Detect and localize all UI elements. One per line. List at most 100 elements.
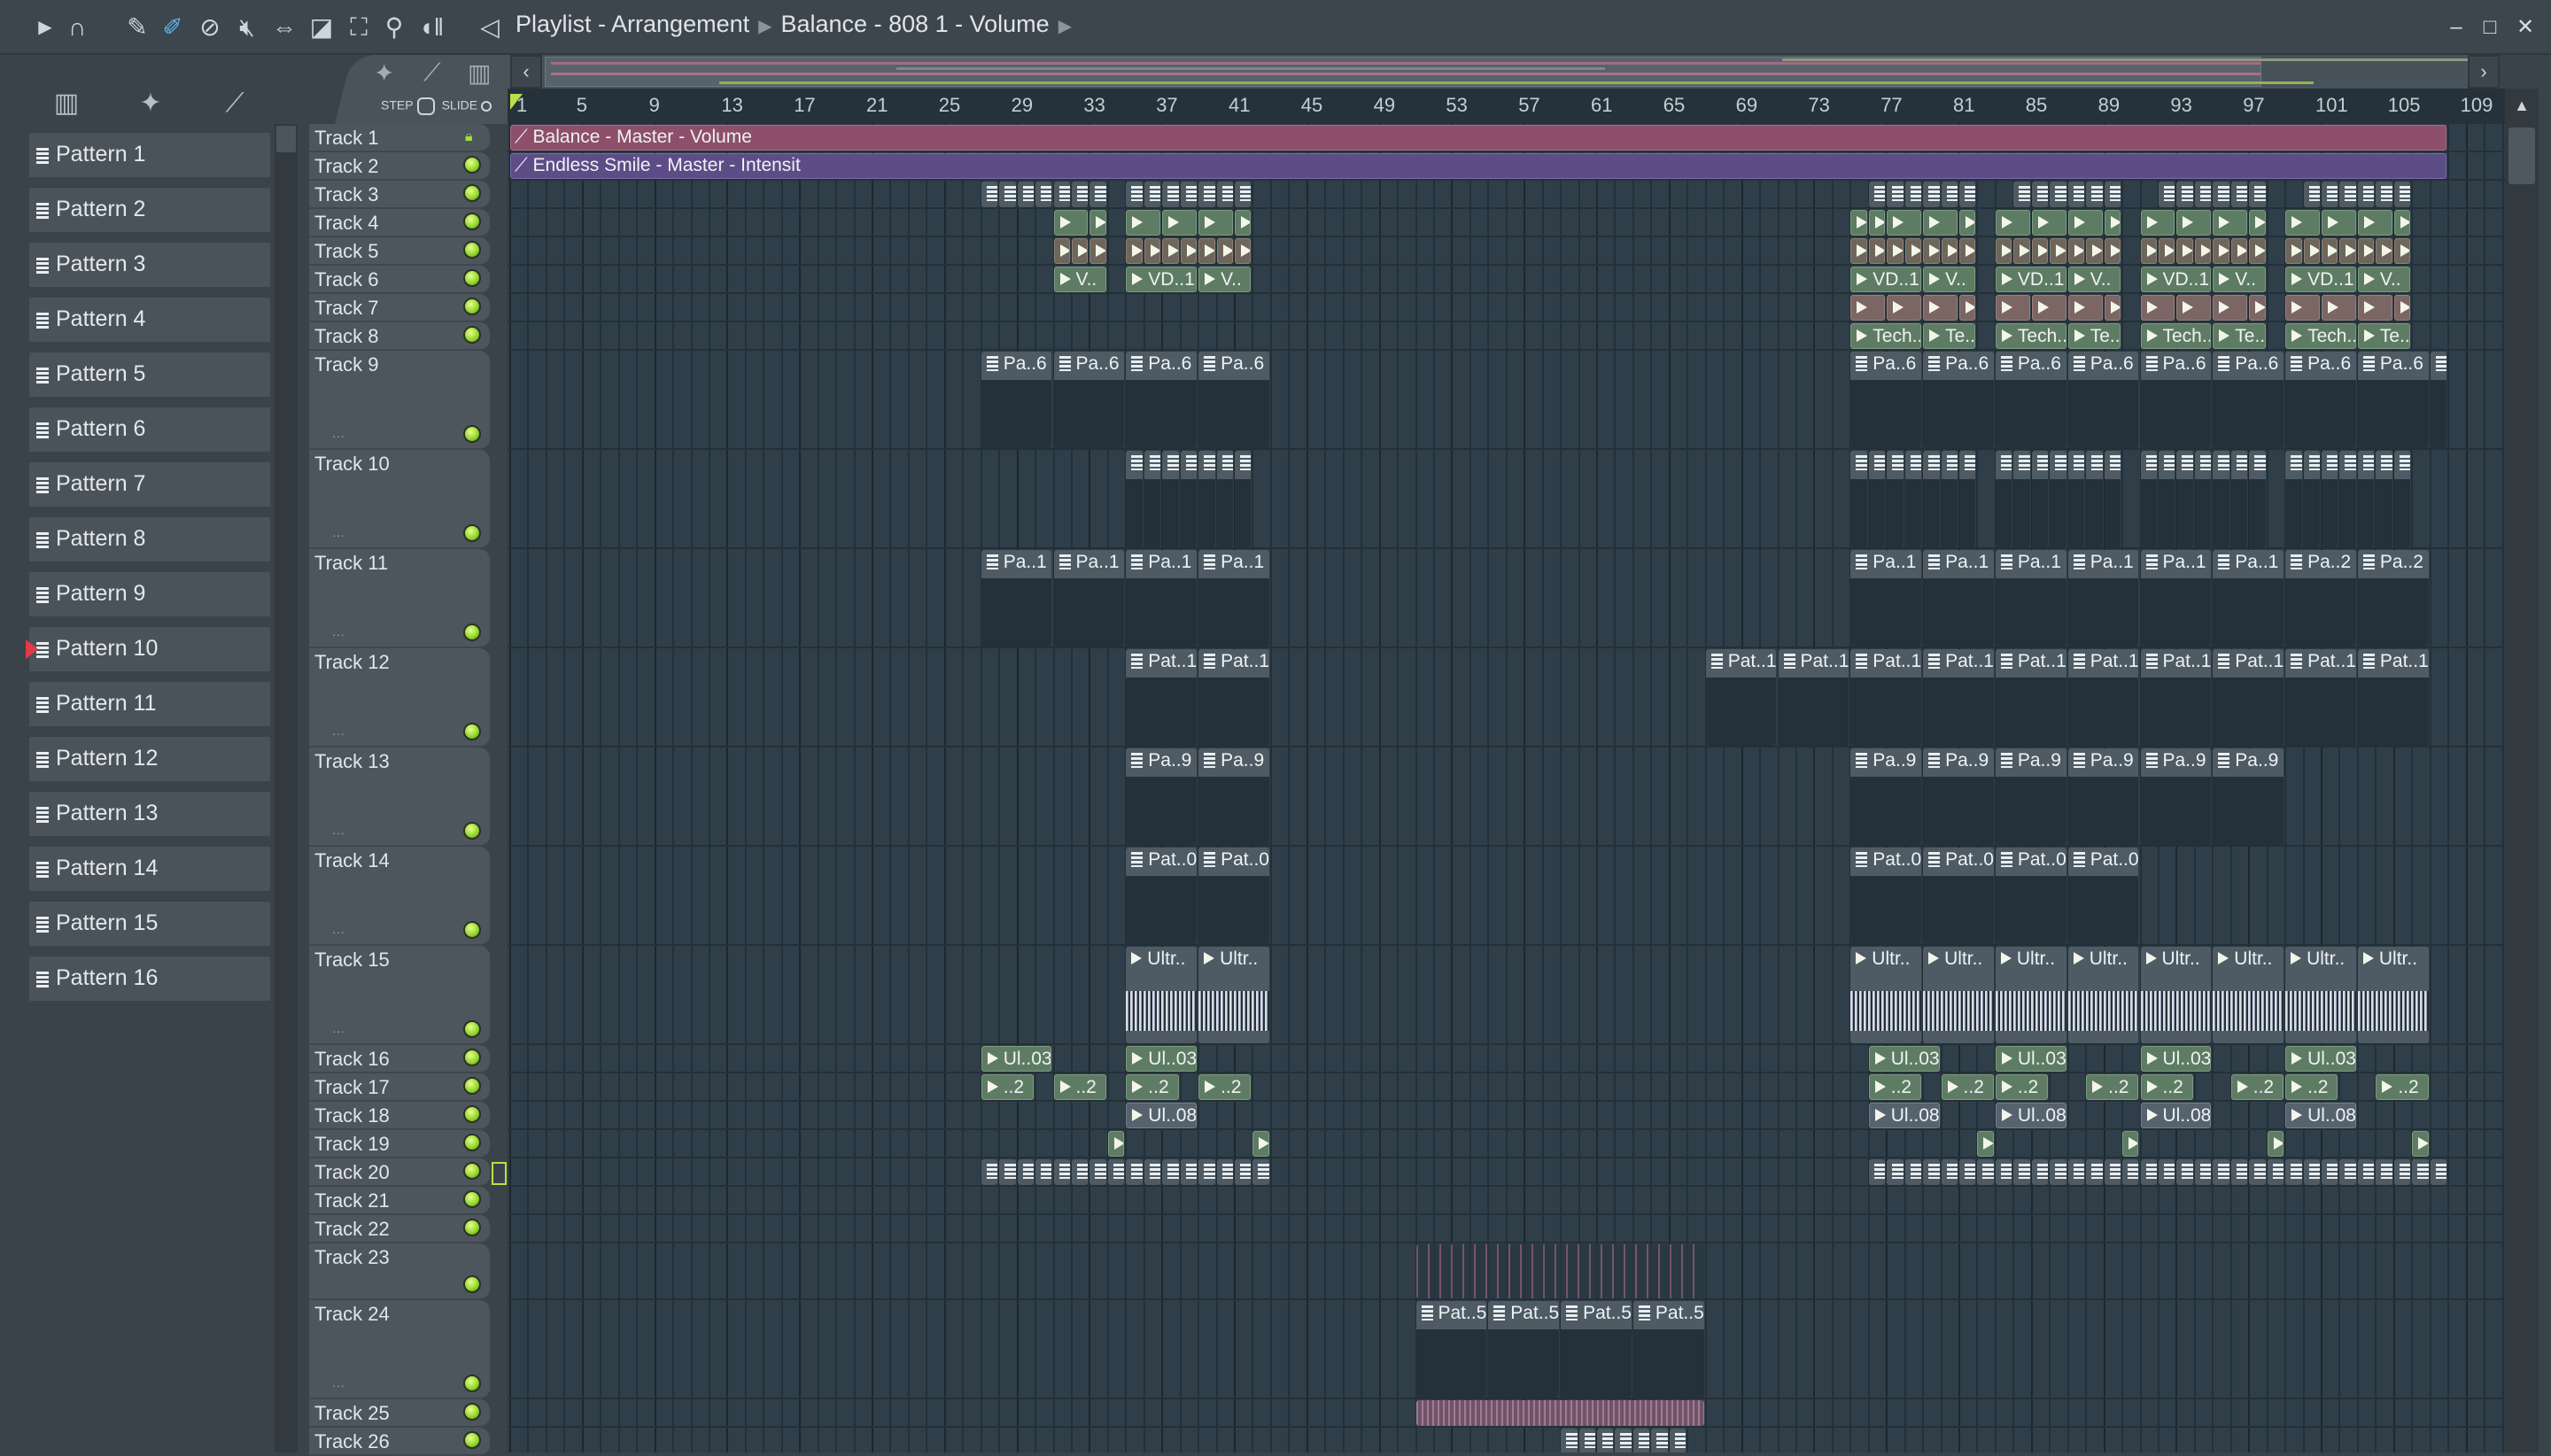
playlist-grid[interactable]: ⟋ Balance - Master - Volume ⟋ Endless Smi… [508,124,2505,1452]
pattern-clip[interactable]: Pa..9 [1198,748,1269,845]
audio-clip[interactable] [1959,238,1976,264]
audio-clip[interactable] [2322,295,2356,321]
audio-clip[interactable] [2140,238,2157,264]
track-name[interactable]: Track 19 [314,1133,390,1156]
track-name[interactable]: Track 5 [314,240,379,263]
audio-clip[interactable]: Ultr.. [2140,947,2212,1043]
pattern-clip[interactable]: Pat..1 [1126,649,1198,746]
pattern-clip[interactable]: Pat..1 [1995,649,2066,746]
pattern-clip[interactable] [2213,451,2229,547]
pattern-clip[interactable] [1651,1429,1668,1452]
audio-clip[interactable] [1198,210,1233,236]
pattern-item[interactable]: Pattern 6 [29,407,270,453]
pattern-clip[interactable]: Pa..9 [1923,748,1994,845]
automation-clip[interactable]: ⟋ Balance - Master - Volume [510,125,2447,151]
pattern-clip[interactable]: Pat..0 [1923,848,1994,944]
slice-icon[interactable]: ◪ [306,12,337,43]
audio-clip[interactable]: Ultr.. [2213,947,2284,1043]
pattern-clip[interactable] [1180,182,1198,207]
track-name[interactable]: Track 3 [314,183,379,206]
track-enable-led[interactable] [463,184,481,202]
track-name[interactable]: Track 16 [314,1048,390,1071]
pattern-clip[interactable] [1198,1159,1215,1185]
pattern-clip[interactable]: Pa..1 [1923,550,1994,647]
audio-clip[interactable] [2176,210,2212,236]
pattern-clip[interactable]: Pa..2 [2285,550,2356,647]
audio-clip[interactable] [1959,210,1976,236]
audio-clip[interactable]: Te.. [2357,323,2411,349]
pattern-clip[interactable] [2213,182,2229,207]
pattern-clip[interactable] [2430,352,2447,448]
audio-clip[interactable] [1216,238,1233,264]
pattern-clip[interactable] [2122,1159,2139,1185]
breadcrumb-arrow-icon[interactable]: ▶ [1058,17,1072,36]
track-header[interactable]: Track 20 [309,1158,490,1187]
pattern-clip[interactable] [2158,1159,2175,1185]
audio-clip[interactable]: Ul..03 [1868,1046,1940,1072]
audio-clip[interactable] [1977,1131,1994,1157]
pattern-clip[interactable] [2339,451,2356,547]
pattern-clip[interactable] [2393,182,2411,207]
audio-clip[interactable]: Ul..08 [1126,1103,1198,1128]
pattern-clip[interactable]: Pa..2 [2357,550,2429,647]
audio-clip[interactable]: Ul..03 [981,1046,1052,1072]
audio-clip[interactable] [1252,1131,1269,1157]
audio-clip[interactable]: Ultr.. [1198,947,1269,1043]
track-name[interactable]: Track 20 [314,1161,390,1184]
audio-clip[interactable] [1995,238,2012,264]
audio-clip[interactable]: Te.. [2067,323,2121,349]
pattern-clip[interactable] [1235,182,1252,207]
audio-clip[interactable] [2140,210,2175,236]
pattern-clip[interactable] [2357,1159,2375,1185]
audio-clip[interactable] [2031,210,2066,236]
audio-clip[interactable]: Tech.. [1995,323,2066,349]
track-enable-led[interactable] [463,1219,481,1236]
audio-clip[interactable] [1415,1244,1704,1298]
audio-clip[interactable]: ..2 [1941,1074,1994,1100]
track-name[interactable]: Track 1 [314,127,379,150]
track-enable-led[interactable] [463,822,481,840]
track-name[interactable]: Track 13 [314,750,390,773]
audio-clip[interactable] [2104,295,2121,321]
pattern-clip[interactable]: Pa..6 [1850,352,1922,448]
track-enable-led[interactable] [463,241,481,259]
audio-clip[interactable]: V.. [1198,267,1252,292]
pattern-clip[interactable] [999,182,1016,207]
pattern-clip[interactable]: Pa..1 [1053,550,1125,647]
track-enable-led[interactable] [463,1431,481,1449]
audio-clip[interactable]: Ul..08 [2285,1103,2356,1128]
pattern-item[interactable]: Pattern 5 [29,352,270,399]
audio-clip[interactable]: VD..1 [1850,267,1922,292]
pattern-clip[interactable] [1252,1159,1269,1185]
playhead-marker[interactable] [510,94,523,110]
pattern-clip[interactable] [2230,1159,2248,1185]
track-header[interactable]: Track 23 [309,1243,490,1300]
pattern-clip[interactable] [1887,451,1904,547]
pattern-clip[interactable]: Pat..1 [1923,649,1994,746]
magnet-icon[interactable]: ∩ [62,12,92,43]
audio-clip[interactable] [1107,1131,1125,1157]
audio-clip[interactable]: ..2 [1053,1074,1106,1100]
audio-clip[interactable]: V.. [2067,267,2121,292]
vertical-scrollbar[interactable]: ▲ [2505,89,2539,1452]
audio-clip[interactable] [1162,210,1198,236]
audio-clip[interactable]: VD..1 [1995,267,2066,292]
audio-clip[interactable] [2213,210,2248,236]
pattern-clip[interactable] [1071,1159,1089,1185]
mute-icon[interactable]: 🔇︎ [232,12,262,43]
pattern-clip[interactable]: Pa..1 [1850,550,1922,647]
pattern-clip[interactable]: Pa..1 [1126,550,1198,647]
pattern-clip[interactable] [1904,451,1922,547]
track-options-icon[interactable]: ··· [332,528,345,542]
pattern-clip[interactable]: Pa..6 [1923,352,1994,448]
audio-clip[interactable] [1235,238,1252,264]
timeline-ruler[interactable]: 1 5 9 13 17 21 25 29 33 37 41 45 49 53 57 61 65 69 73 77 81 8… [508,89,2505,124]
audio-clip[interactable] [1887,238,1904,264]
audio-clip[interactable] [2213,238,2229,264]
pattern-clip[interactable] [1162,451,1179,547]
pattern-item[interactable]: Pattern 3 [29,243,270,289]
track-name[interactable]: Track 9 [314,353,379,376]
audio-clip[interactable] [2067,295,2103,321]
audio-clip[interactable] [1071,238,1089,264]
audio-clip[interactable] [1995,210,2030,236]
